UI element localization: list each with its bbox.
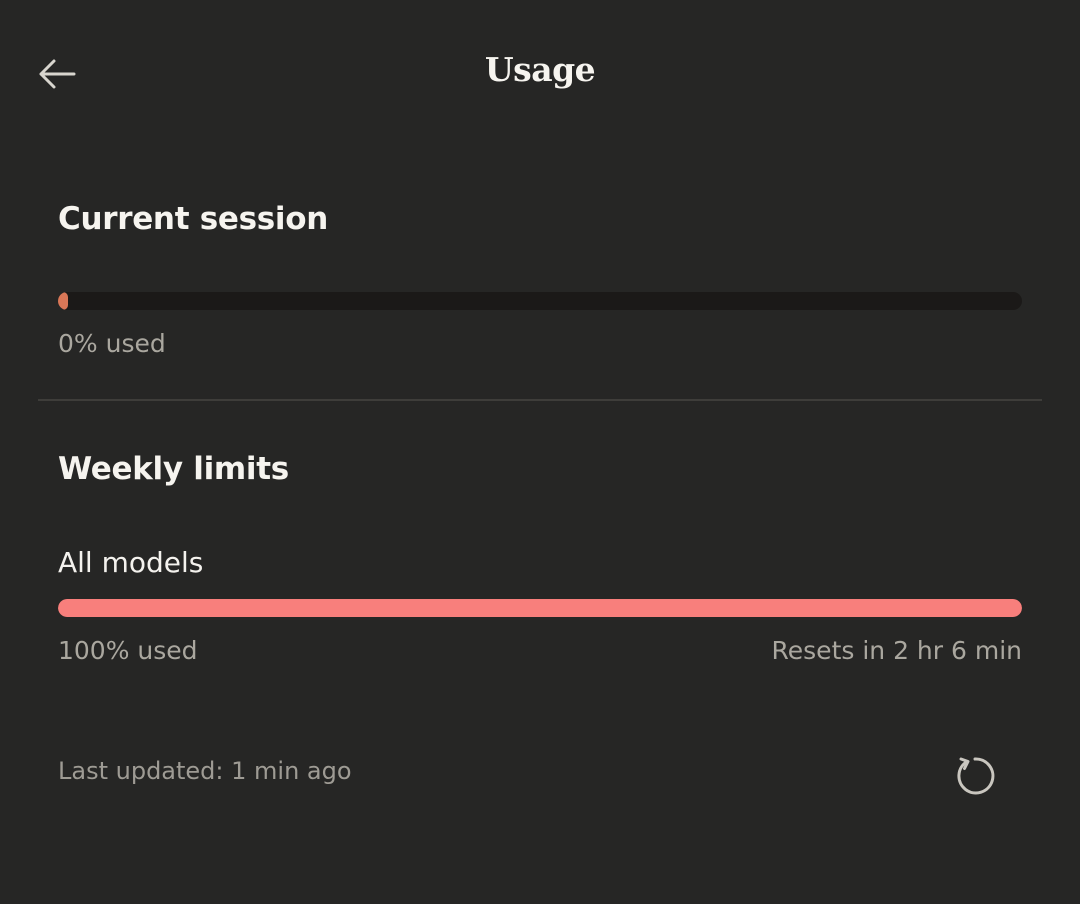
all-models-progress-fill <box>58 599 1022 617</box>
all-models-used-label: 100% used <box>58 636 198 665</box>
current-session-used-label: 0% used <box>58 329 166 358</box>
all-models-progress-bar <box>58 599 1022 617</box>
all-models-reset-label: Resets in 2 hr 6 min <box>771 636 1022 665</box>
all-models-label: All models <box>58 546 204 579</box>
header: Usage <box>0 0 1080 150</box>
current-session-progress-fill <box>58 292 68 310</box>
current-session-title: Current session <box>58 201 328 237</box>
page-title: Usage <box>484 50 596 89</box>
refresh-button[interactable] <box>948 749 1002 803</box>
last-updated-text: Last updated: 1 min ago <box>58 757 352 785</box>
current-session-progress-bar <box>58 292 1022 310</box>
refresh-icon <box>957 757 995 795</box>
weekly-limits-title: Weekly limits <box>58 451 289 487</box>
section-divider <box>38 399 1042 401</box>
